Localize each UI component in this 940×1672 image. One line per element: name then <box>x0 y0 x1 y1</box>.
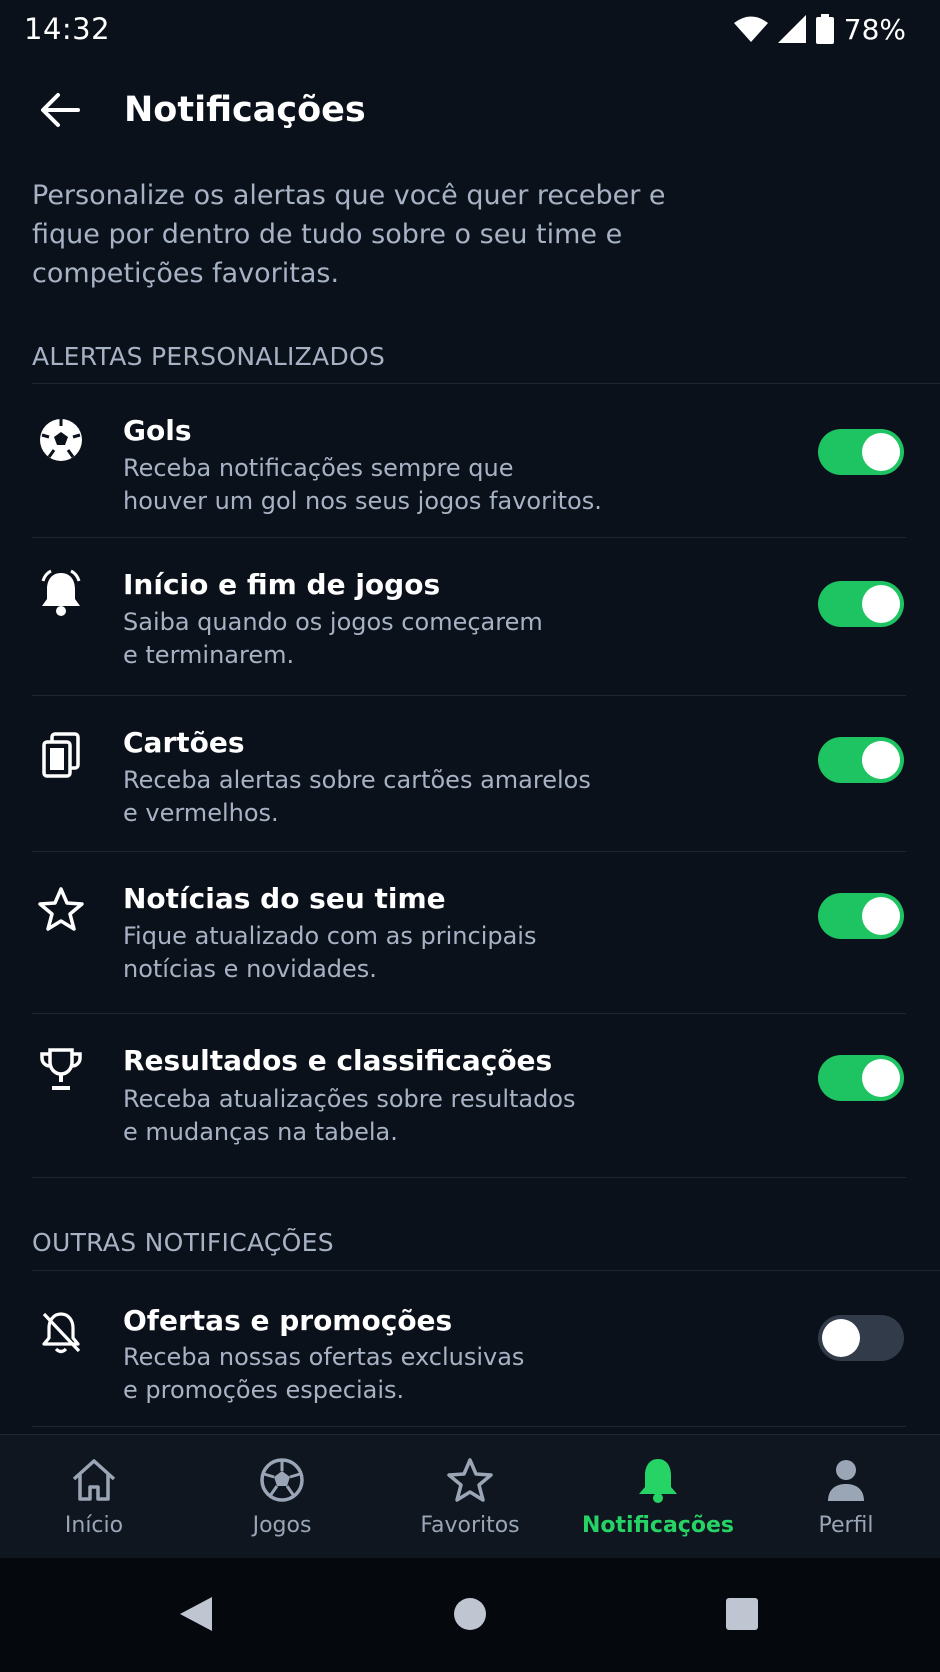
nav-item-favoritos[interactable]: Favoritos <box>376 1435 564 1559</box>
setting-description: Receba notificações sempre que houver um… <box>123 454 602 515</box>
nav-label: Notificações <box>582 1513 734 1538</box>
bottom-nav: Início Jogos Favoritos Notificações Perf… <box>0 1434 940 1558</box>
setting-title: Resultados e classificações <box>123 1044 553 1077</box>
section-title-alertas: ALERTAS PERSONALIZADOS <box>32 342 386 371</box>
status-time: 14:32 <box>24 12 111 46</box>
setting-title: Notícias do seu time <box>123 882 446 915</box>
setting-title: Gols <box>123 414 192 447</box>
setting-description: Fique atualizado com as principais notíc… <box>123 922 537 983</box>
square-recents-icon <box>724 1596 760 1636</box>
nav-item-perfil[interactable]: Perfil <box>752 1435 940 1559</box>
nav-item-inicio[interactable]: Início <box>0 1435 188 1559</box>
setting-title: Ofertas e promoções <box>123 1304 453 1337</box>
soccer-ball-icon <box>255 1453 309 1507</box>
toggle-ofertas[interactable] <box>818 1315 904 1361</box>
home-icon <box>67 1453 121 1507</box>
system-home-button[interactable] <box>448 1594 492 1638</box>
arrow-left-icon <box>40 92 80 132</box>
intro-text: Personalize os alertas que você quer rec… <box>32 180 666 289</box>
setting-row-cartoes[interactable]: Cartões Receba alertas sobre cartões ama… <box>0 696 940 852</box>
bell-icon <box>36 568 86 618</box>
star-icon <box>36 884 86 934</box>
nav-item-notificacoes[interactable]: Notificações <box>564 1435 752 1559</box>
system-nav-bar <box>0 1558 940 1672</box>
battery-percentage: 78% <box>843 12 906 46</box>
bell-icon <box>631 1453 685 1507</box>
status-icons: 78% <box>733 12 906 46</box>
cards-icon <box>36 730 86 780</box>
row-divider <box>32 1426 906 1427</box>
person-icon <box>819 1453 873 1507</box>
nav-item-jogos[interactable]: Jogos <box>188 1435 376 1559</box>
wifi-icon <box>733 16 768 42</box>
toggle-gols[interactable] <box>818 429 904 475</box>
signal-icon <box>777 15 806 43</box>
toggle-inicio-fim[interactable] <box>818 581 904 627</box>
system-recents-button[interactable] <box>720 1594 764 1638</box>
status-bar: 14:32 78% <box>0 0 940 58</box>
setting-row-resultados[interactable]: Resultados e classificações Receba atual… <box>0 1014 940 1178</box>
circle-home-icon <box>452 1596 488 1636</box>
nav-label: Início <box>64 1513 124 1538</box>
setting-row-gols[interactable]: Gols Receba notificações sempre que houv… <box>0 384 940 538</box>
setting-description: Receba nossas ofertas exclusivas e promo… <box>123 1343 525 1404</box>
toggle-cartoes[interactable] <box>818 737 904 783</box>
setting-description: Saiba quando os jogos começarem e termin… <box>123 608 543 669</box>
soccer-ball-icon <box>36 415 86 465</box>
back-button[interactable] <box>36 88 84 136</box>
setting-description: Receba atualizações sobre resultados e m… <box>123 1085 576 1146</box>
star-icon <box>443 1453 497 1507</box>
page-title: Notificações <box>124 90 366 130</box>
battery-icon <box>815 14 834 44</box>
setting-title: Cartões <box>123 726 245 759</box>
setting-description: Receba alertas sobre cartões amarelos e … <box>123 766 591 827</box>
nav-label: Jogos <box>252 1513 312 1538</box>
setting-row-inicio-fim[interactable]: Início e fim de jogos Saiba quando os jo… <box>0 538 940 696</box>
nav-label: Perfil <box>818 1513 874 1538</box>
nav-label: Favoritos <box>420 1513 520 1538</box>
section-title-outras: OUTRAS NOTIFICAÇÕES <box>32 1228 334 1257</box>
app-header: Notificações <box>0 72 940 152</box>
toggle-resultados[interactable] <box>818 1055 904 1101</box>
trophy-icon <box>36 1044 86 1094</box>
system-back-button[interactable] <box>174 1594 218 1638</box>
setting-row-ofertas[interactable]: Ofertas e promoções Receba nossas oferta… <box>0 1271 940 1427</box>
setting-row-noticias[interactable]: Notícias do seu time Fique atualizado co… <box>0 852 940 1014</box>
triangle-back-icon <box>178 1595 214 1637</box>
toggle-noticias[interactable] <box>818 893 904 939</box>
bell-off-icon <box>36 1307 86 1357</box>
setting-title: Início e fim de jogos <box>123 568 441 601</box>
row-divider <box>32 1177 906 1178</box>
